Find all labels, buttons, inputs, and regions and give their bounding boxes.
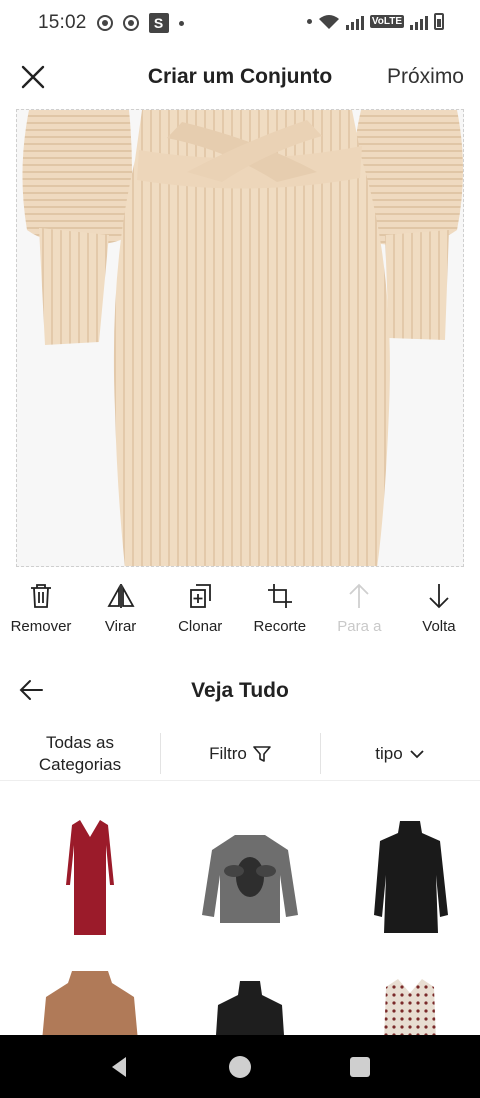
send-backward-button[interactable]: Volta bbox=[406, 582, 472, 644]
signal-bars-icon bbox=[345, 14, 364, 30]
home-nav-icon[interactable] bbox=[228, 1055, 252, 1079]
notification-dot-icon bbox=[178, 20, 184, 26]
product-black-turtleneck-dress[interactable] bbox=[350, 815, 470, 955]
clone-button[interactable]: Clonar bbox=[167, 582, 233, 644]
bring-forward-button[interactable]: Para a bbox=[326, 582, 392, 644]
type-label: tipo bbox=[375, 743, 403, 763]
clone-icon bbox=[190, 584, 212, 608]
status-time: 15:02 bbox=[38, 12, 87, 33]
volte-badge: VoLTE bbox=[369, 15, 404, 28]
s-app-icon: S bbox=[148, 13, 169, 33]
next-button[interactable]: Próximo bbox=[387, 65, 464, 89]
outfit-canvas[interactable] bbox=[16, 109, 464, 567]
location-icon bbox=[96, 15, 113, 31]
category-selector[interactable]: Todas as Categorias bbox=[0, 727, 160, 780]
notification-dot-icon bbox=[306, 19, 312, 24]
filter-bar: Todas as Categorias Filtro tipo bbox=[0, 727, 480, 781]
funnel-icon bbox=[253, 745, 271, 762]
flip-button[interactable]: Virar bbox=[88, 582, 154, 644]
product-brown-cable-sweater[interactable] bbox=[30, 965, 150, 1035]
wifi-icon bbox=[318, 14, 339, 29]
product-red-dress[interactable] bbox=[30, 815, 150, 955]
arrow-down-icon bbox=[429, 584, 449, 609]
browse-title: Veja Tudo bbox=[191, 679, 289, 702]
record-icon bbox=[122, 15, 139, 31]
recents-nav-icon[interactable] bbox=[348, 1055, 372, 1079]
battery-icon bbox=[434, 13, 444, 30]
product-black-turtleneck-top[interactable] bbox=[190, 975, 310, 1035]
arrow-up-icon bbox=[349, 583, 370, 608]
type-dropdown[interactable]: tipo bbox=[320, 727, 480, 780]
flip-label: Virar bbox=[104, 618, 137, 635]
chevron-down-icon bbox=[410, 749, 424, 758]
status-bar: 15:02 S VoLTE bbox=[0, 0, 480, 46]
crop-icon bbox=[267, 584, 292, 608]
clone-label: Clonar bbox=[178, 618, 223, 635]
product-grey-bee-sweater[interactable] bbox=[190, 815, 310, 955]
edit-toolbar: Remover Virar Clonar Recorte Para a Volt… bbox=[0, 582, 480, 644]
trash-icon bbox=[31, 584, 51, 608]
top-bar: Criar um Conjunto Próximo bbox=[0, 46, 480, 108]
remove-label: Remover bbox=[10, 618, 72, 635]
browse-header: Veja Tudo bbox=[0, 668, 480, 714]
crop-label: Recorte bbox=[253, 618, 307, 635]
send-backward-label: Volta bbox=[422, 618, 456, 635]
bring-forward-label: Para a bbox=[337, 618, 382, 635]
product-pattern-dress[interactable] bbox=[350, 975, 470, 1035]
dress-image[interactable] bbox=[17, 110, 464, 567]
signal-bars-2-icon bbox=[410, 14, 428, 30]
back-nav-icon[interactable] bbox=[108, 1055, 132, 1079]
filter-label: Filtro bbox=[209, 743, 247, 763]
flip-icon bbox=[107, 584, 135, 608]
category-label: Todas as Categorias bbox=[38, 732, 122, 774]
product-grid bbox=[0, 795, 480, 1035]
crop-button[interactable]: Recorte bbox=[247, 582, 313, 644]
filter-button[interactable]: Filtro bbox=[160, 727, 320, 780]
system-navigation-bar bbox=[0, 1035, 480, 1098]
remove-button[interactable]: Remover bbox=[8, 582, 74, 644]
